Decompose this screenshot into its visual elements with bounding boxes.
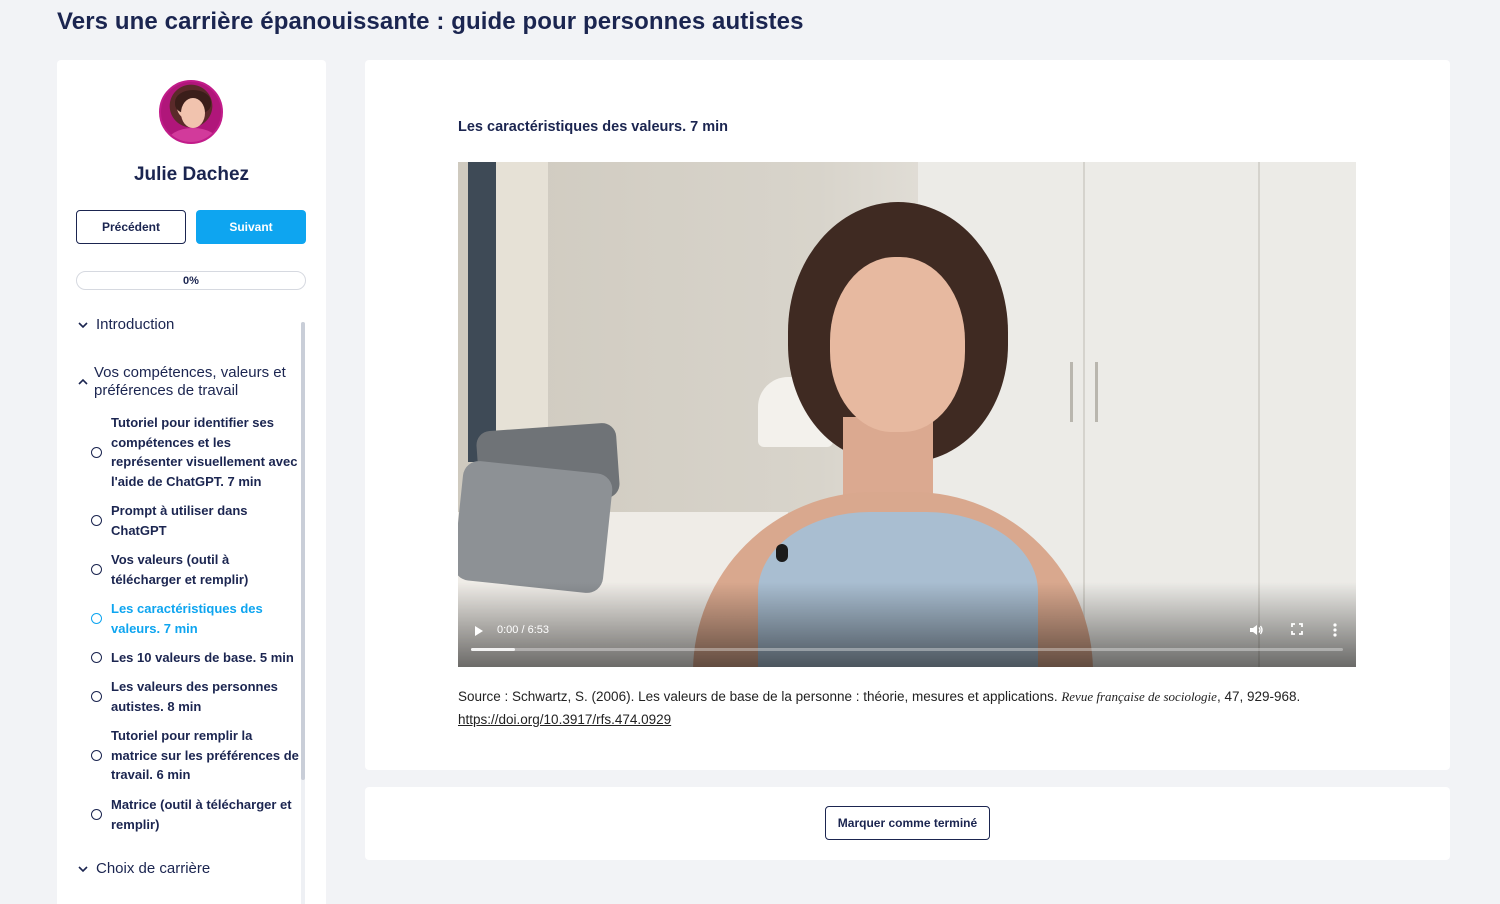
lesson-label: Les 10 valeurs de base. 5 min <box>111 650 294 665</box>
section-competences[interactable]: Vos compétences, valeurs et préférences … <box>77 364 302 400</box>
lesson-item[interactable]: Prompt à utiliser dans ChatGPT <box>91 501 301 540</box>
fullscreen-icon[interactable] <box>1290 622 1304 636</box>
video-seek-bar[interactable] <box>471 648 1343 651</box>
source-citation: Source : Schwartz, S. (2006). Les valeur… <box>458 685 1358 731</box>
lesson-item[interactable]: Tutoriel pour remplir la matrice sur les… <box>91 726 301 785</box>
lesson-item[interactable]: Tutoriel pour identifier ses compétences… <box>91 413 301 491</box>
lesson-label: Vos valeurs (outil à télécharger et remp… <box>111 552 249 587</box>
previous-button[interactable]: Précédent <box>76 210 186 244</box>
play-icon[interactable] <box>472 623 486 639</box>
progress-label: 0% <box>183 274 199 287</box>
chevron-down-icon <box>77 860 91 878</box>
section-label: Vos compétences, valeurs et préférences … <box>94 364 286 399</box>
chevron-down-icon <box>77 316 91 334</box>
lesson-status-circle-icon <box>91 446 102 458</box>
source-journal: Revue française de sociologie <box>1061 689 1217 704</box>
lesson-item-active[interactable]: Les caractéristiques des valeurs. 7 min <box>91 599 301 638</box>
lesson-status-circle-icon <box>91 613 102 625</box>
lesson-label: Matrice (outil à télécharger et remplir) <box>111 797 292 832</box>
video-time: 0:00 / 6:53 <box>497 624 549 636</box>
author-avatar <box>159 80 223 144</box>
lesson-content-card: Les caractéristiques des valeurs. 7 min … <box>365 60 1450 770</box>
lesson-label: Les valeurs des personnes autistes. 8 mi… <box>111 679 278 714</box>
more-options-icon[interactable] <box>1331 622 1339 638</box>
lesson-label: Tutoriel pour remplir la matrice sur les… <box>111 728 299 783</box>
lesson-item[interactable]: Les 10 valeurs de base. 5 min <box>91 648 301 668</box>
section-label: Introduction <box>96 316 175 333</box>
page-title: Vers une carrière épanouissante : guide … <box>57 8 804 35</box>
source-suffix: , 47, 929-968. <box>1216 689 1301 704</box>
section-label: Choix de carrière <box>96 860 211 877</box>
lesson-status-circle-icon <box>91 691 102 703</box>
lesson-label: Tutoriel pour identifier ses compétences… <box>111 415 298 489</box>
doi-link[interactable]: https://doi.org/10.3917/rfs.474.0929 <box>458 712 671 727</box>
next-button[interactable]: Suivant <box>196 210 306 244</box>
lesson-label: Les caractéristiques des valeurs. 7 min <box>111 601 263 636</box>
lesson-title: Les caractéristiques des valeurs. 7 min <box>458 119 728 135</box>
mark-complete-button[interactable]: Marquer comme terminé <box>825 806 990 840</box>
author-name: Julie Dachez <box>133 164 250 185</box>
section-introduction[interactable]: Introduction <box>77 316 174 334</box>
lesson-status-circle-icon <box>91 515 102 527</box>
video-seek-progress <box>471 648 515 651</box>
lesson-status-circle-icon <box>91 652 102 664</box>
lesson-status-circle-icon <box>91 809 102 821</box>
lesson-item[interactable]: Vos valeurs (outil à télécharger et remp… <box>91 550 301 589</box>
chevron-up-icon <box>77 364 89 391</box>
section-choix-carriere[interactable]: Choix de carrière <box>77 860 210 878</box>
video-controls: 0:00 / 6:53 <box>458 617 1356 647</box>
completion-card: Marquer comme terminé <box>365 787 1450 860</box>
lesson-item[interactable]: Les valeurs des personnes autistes. 8 mi… <box>91 677 301 716</box>
source-text: Source : Schwartz, S. (2006). Les valeur… <box>458 689 1058 704</box>
course-sidebar: Julie Dachez Précédent Suivant 0% Introd… <box>57 60 326 904</box>
volume-icon[interactable] <box>1248 622 1264 638</box>
lesson-label: Prompt à utiliser dans ChatGPT <box>111 503 248 538</box>
lesson-item[interactable]: Matrice (outil à télécharger et remplir) <box>91 795 301 834</box>
lesson-status-circle-icon <box>91 749 102 761</box>
lesson-status-circle-icon <box>91 564 102 576</box>
video-player[interactable]: 0:00 / 6:53 <box>458 162 1356 667</box>
course-progress-bar: 0% <box>76 271 306 290</box>
